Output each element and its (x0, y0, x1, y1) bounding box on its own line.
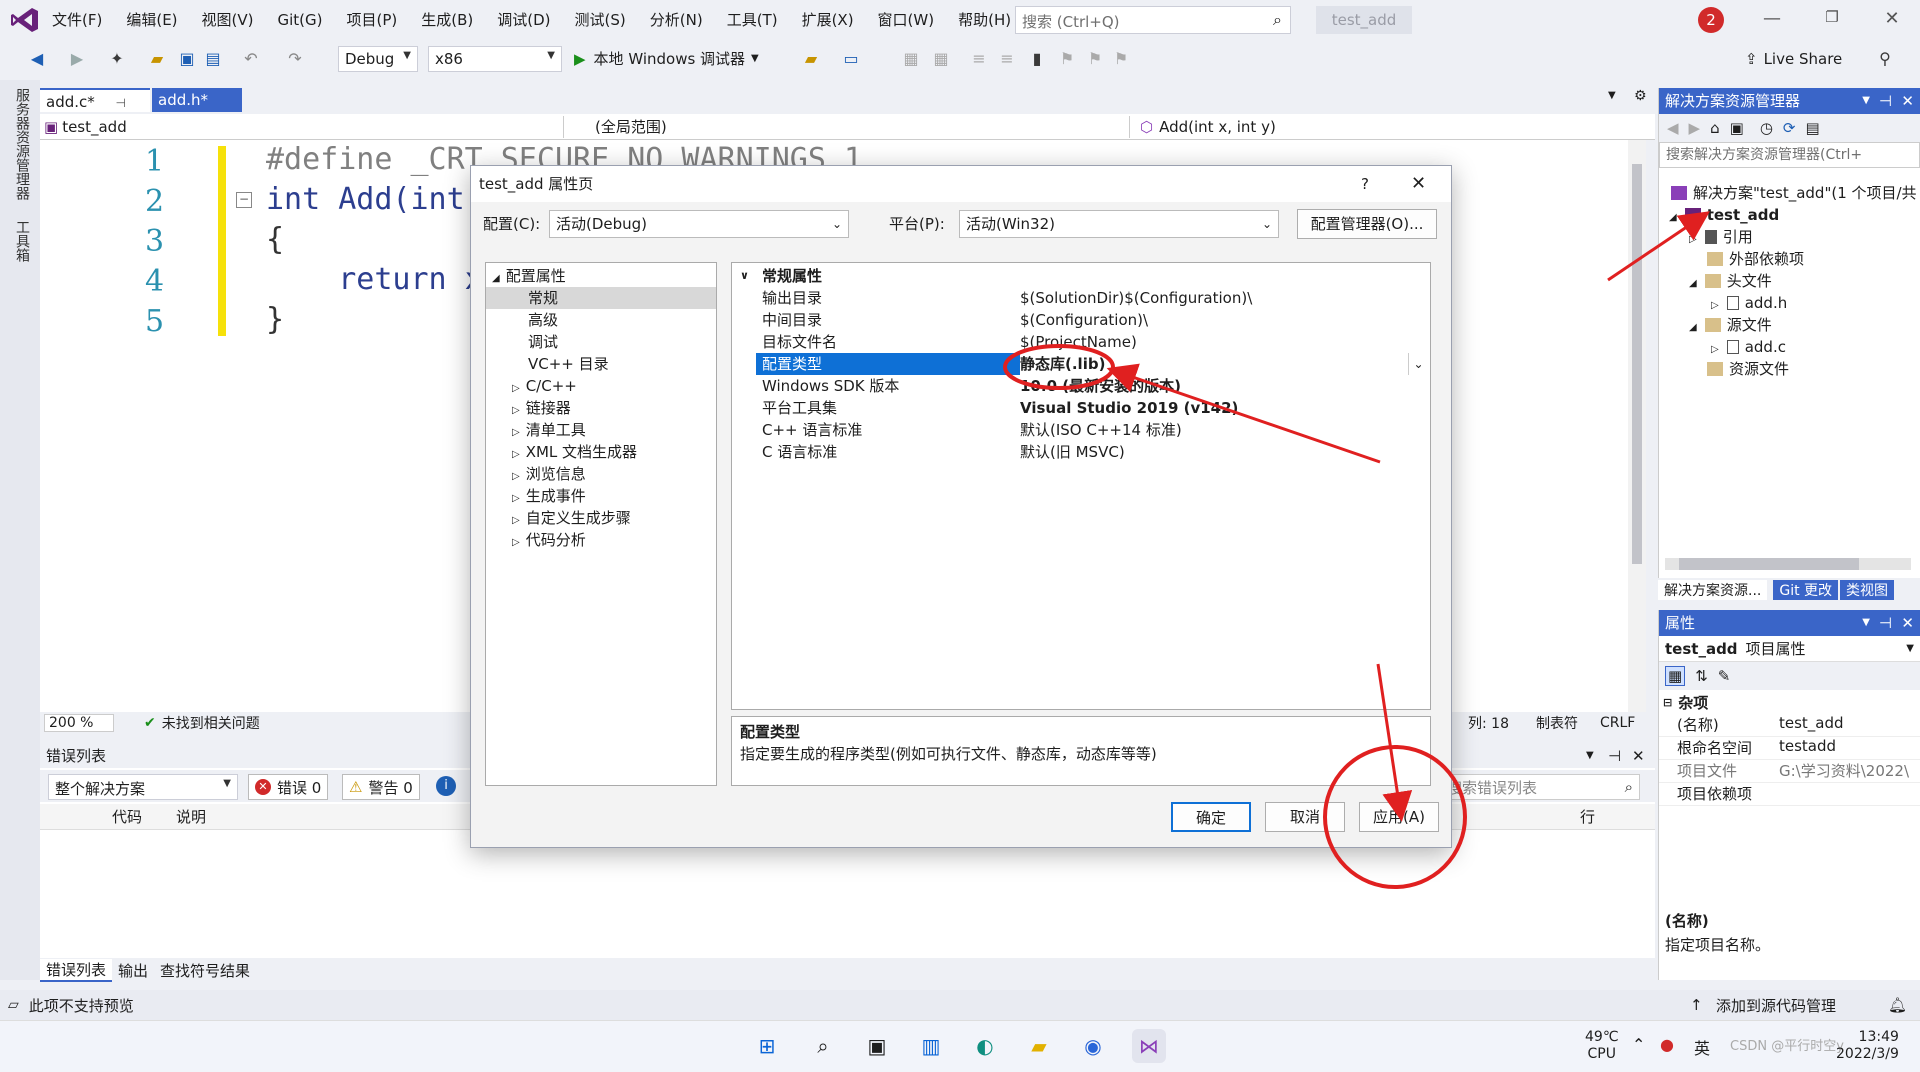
annotation-arrow-project (1607, 211, 1710, 282)
annotation-circle-config-type (1003, 344, 1115, 390)
annotation-overlay (1003, 211, 1710, 889)
annotation-arrow-config (1106, 363, 1381, 464)
annotation-arrow-apply (1376, 663, 1413, 822)
